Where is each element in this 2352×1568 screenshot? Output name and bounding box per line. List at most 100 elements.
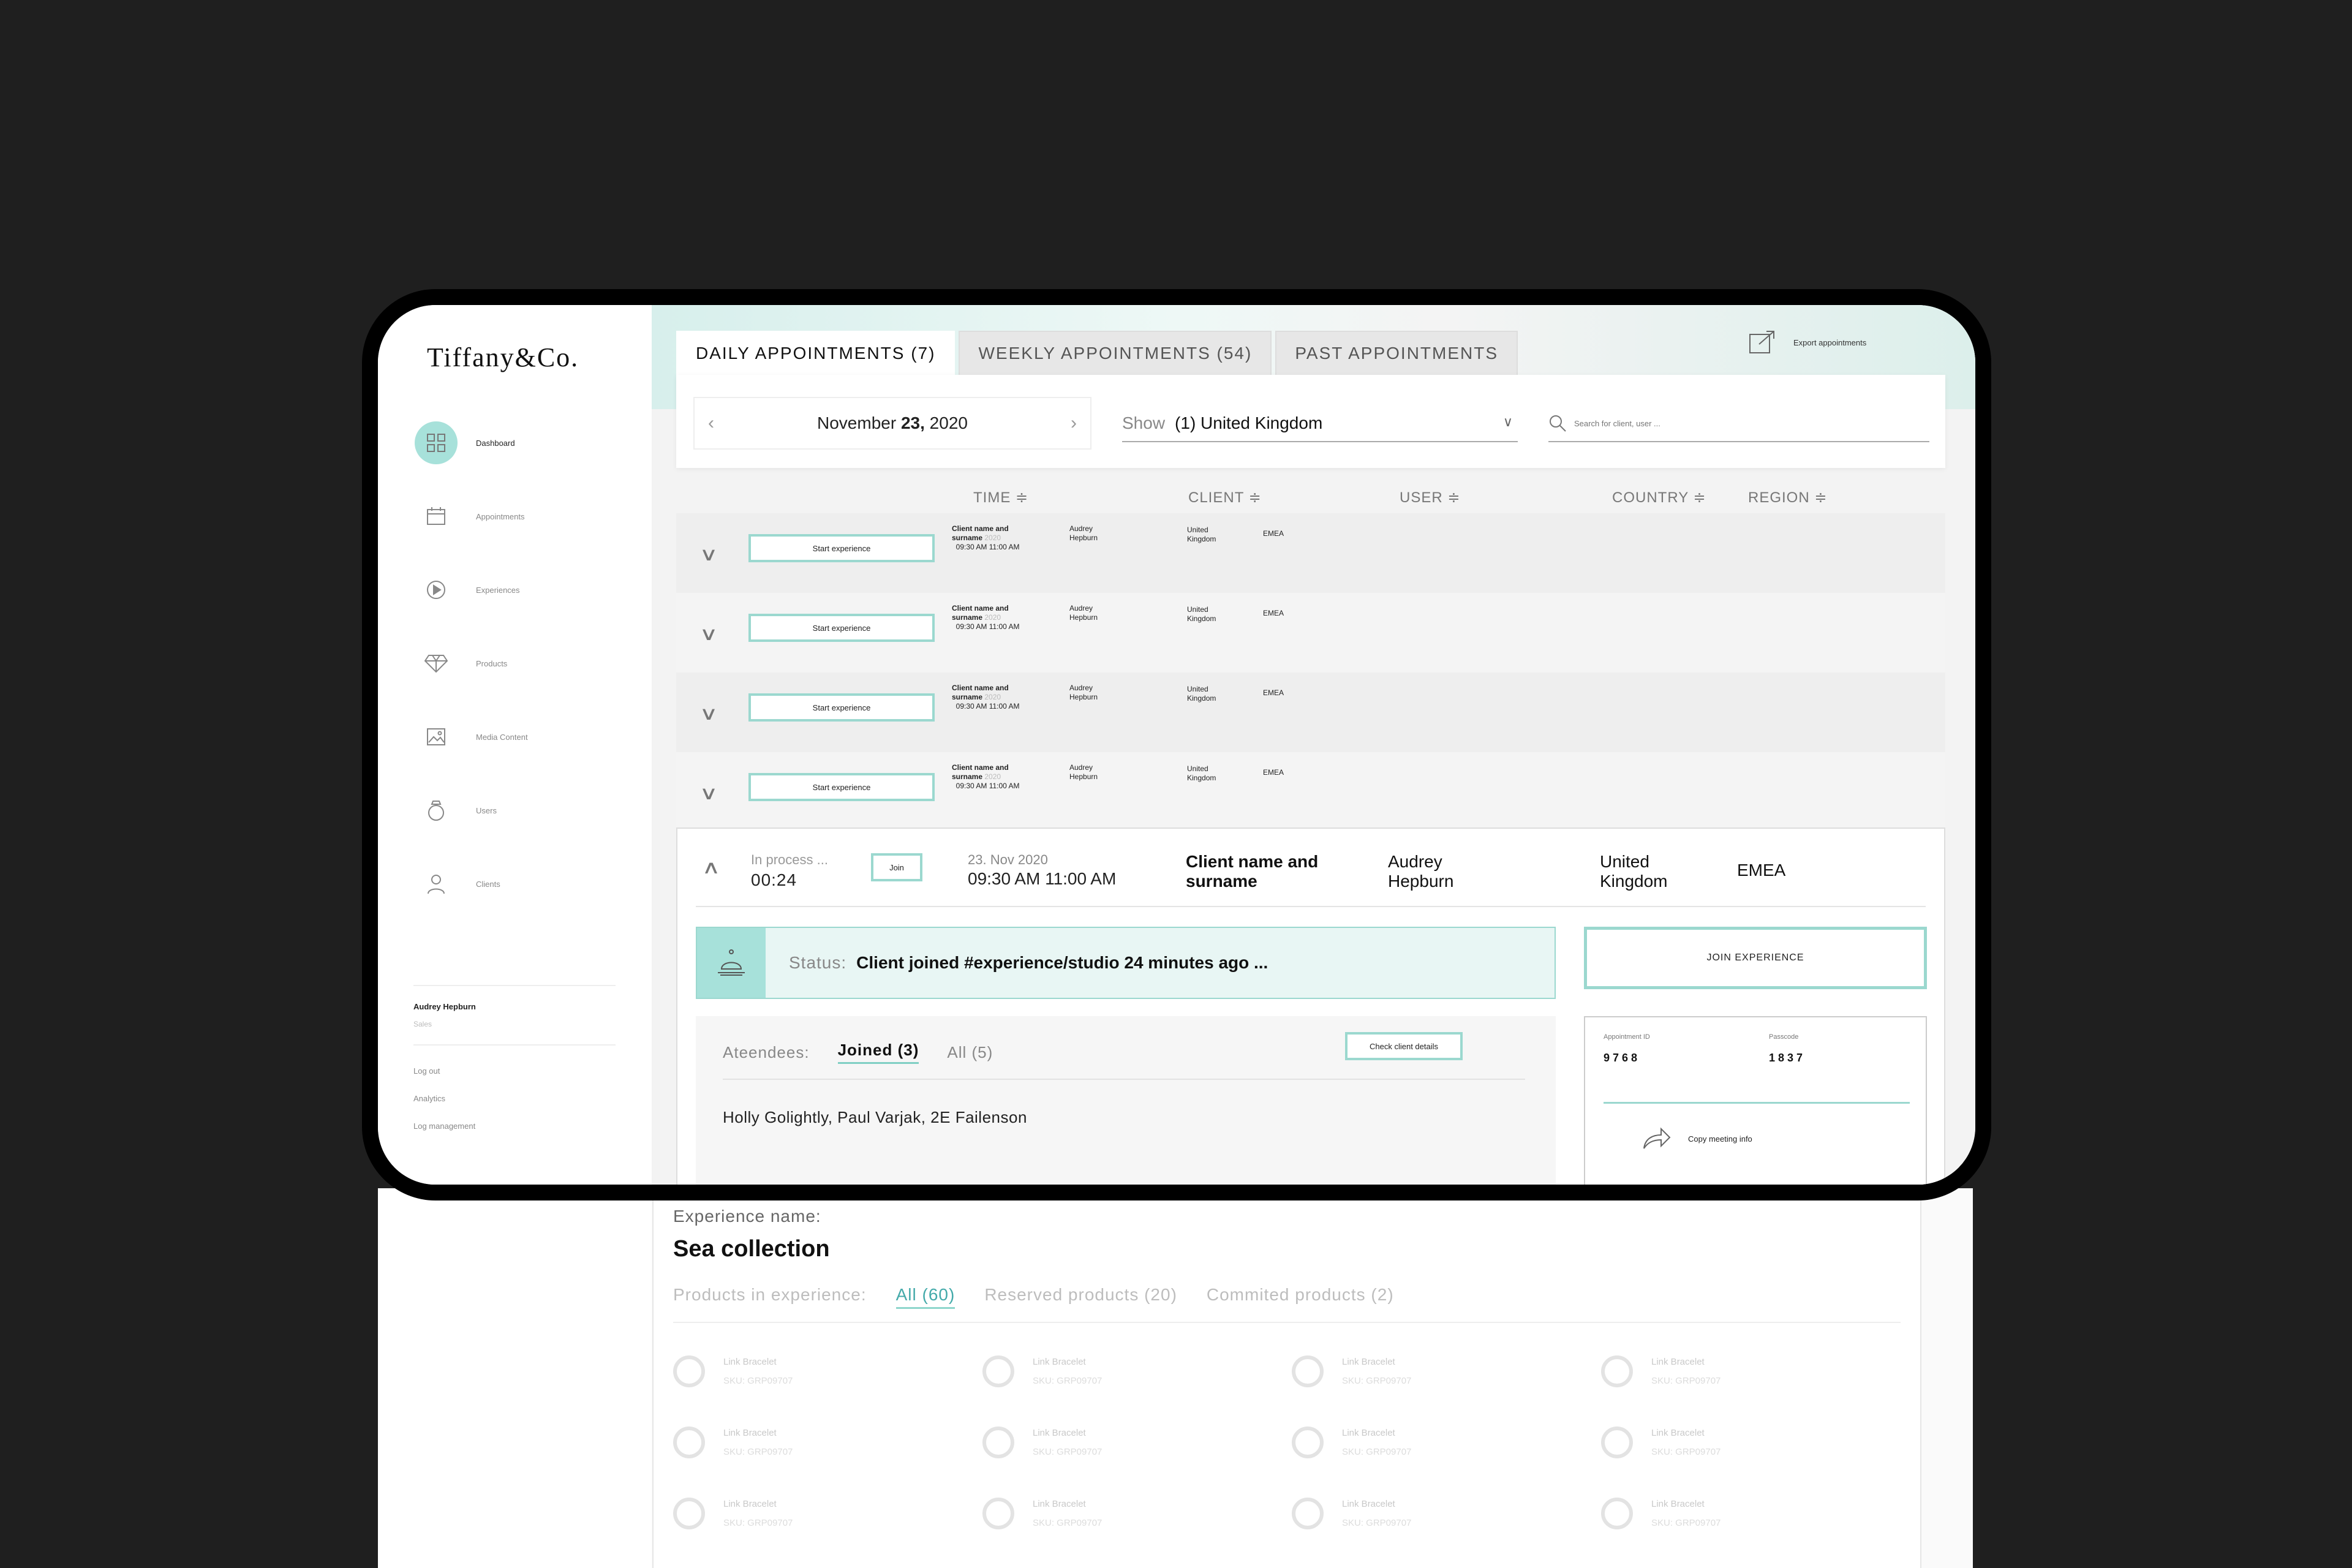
sidebar-item-label: Dashboard xyxy=(476,438,515,448)
chevron-down-icon[interactable]: ∨ xyxy=(699,544,718,565)
user-block: Audrey Hepburn Sales Log out Analytics L… xyxy=(413,985,616,1131)
chevron-down-icon[interactable]: ∨ xyxy=(699,624,718,645)
appointment-id-label: Appointment ID xyxy=(1604,1033,1650,1041)
product-item[interactable]: Link Bracelet SKU: GRP09707 xyxy=(673,1354,982,1389)
status-label: Status: xyxy=(789,953,847,972)
start-experience-button[interactable]: Start experience xyxy=(748,534,935,562)
product-item[interactable]: Link Bracelet SKU: GRP09707 xyxy=(982,1425,1292,1460)
appointment-date: 23. Nov 2020 xyxy=(968,852,1048,867)
table-row[interactable]: ∨ Start experience Client name and surnam… xyxy=(676,673,1945,752)
chevron-up-icon[interactable]: ∧ xyxy=(702,857,721,878)
product-sku: SKU: GRP09707 xyxy=(1651,1376,1721,1386)
tab-all[interactable]: All (5) xyxy=(947,1043,993,1062)
product-item[interactable]: Link Bracelet SKU: GRP09707 xyxy=(1292,1496,1601,1531)
join-experience-button[interactable]: JOIN EXPERIENCE xyxy=(1584,927,1927,989)
tab-weekly-appointments[interactable]: WEEKLY APPOINTMENTS (54) xyxy=(959,331,1272,375)
person-icon xyxy=(415,862,458,905)
chevron-down-icon[interactable]: ∨ xyxy=(699,703,718,725)
brand-logo: Tiffany&Co. xyxy=(427,342,579,372)
product-sku: SKU: GRP09707 xyxy=(1342,1447,1412,1457)
sidebar-item-clients[interactable]: Clients xyxy=(415,862,623,905)
sidebar-item-label: Users xyxy=(476,805,497,815)
client-time-cell: Client name and surname 2020 09:30 AM 11:… xyxy=(952,763,1020,790)
sidebar-item-label: Appointments xyxy=(476,511,525,521)
sidebar-item-media-content[interactable]: Media Content xyxy=(415,715,623,758)
product-item[interactable]: Link Bracelet SKU: GRP09707 xyxy=(982,1496,1292,1531)
chevron-down-icon: ∨ xyxy=(1502,414,1513,429)
sidebar-item-users[interactable]: Users xyxy=(415,789,623,832)
tab-committed-products[interactable]: Commited products (2) xyxy=(1207,1285,1394,1309)
product-item[interactable]: Link Bracelet SKU: GRP09707 xyxy=(673,1425,982,1460)
appointment-tabs: DAILY APPOINTMENTS (7) WEEKLY APPOINTMEN… xyxy=(676,331,1521,375)
column-user[interactable]: USER ≑ xyxy=(1400,489,1460,507)
check-client-details-button[interactable]: Check client details xyxy=(1345,1032,1463,1060)
tab-all-products[interactable]: All (60) xyxy=(895,1285,956,1309)
product-item[interactable]: Link Bracelet SKU: GRP09707 xyxy=(1601,1425,1910,1460)
start-experience-button[interactable]: Start experience xyxy=(748,614,935,642)
copy-meeting-info-button[interactable]: Copy meeting info xyxy=(1642,1126,1752,1151)
product-item[interactable]: Link Bracelet SKU: GRP09707 xyxy=(1292,1354,1601,1389)
attendees-tabs: Ateendees: Joined (3) All (5) xyxy=(723,1041,993,1064)
appointment-time: 09:30 AM 11:00 AM xyxy=(968,869,1117,888)
product-sku: SKU: GRP09707 xyxy=(1033,1518,1102,1528)
user-cell: Audrey Hepburn xyxy=(1069,684,1098,701)
chevron-left-icon[interactable]: ‹ xyxy=(708,413,714,434)
share-arrow-icon xyxy=(1643,1127,1671,1149)
passcode: 1837 xyxy=(1769,1052,1806,1064)
country-select[interactable]: Show (1) United Kingdom ∨ xyxy=(1122,405,1518,442)
search-input[interactable] xyxy=(1574,418,1917,428)
export-appointments-button[interactable]: Export appointments xyxy=(1748,330,1866,355)
log-out-link[interactable]: Log out xyxy=(413,1066,616,1076)
sidebar-item-experiences[interactable]: Experiences xyxy=(415,568,623,611)
experience-section: Experience name: Sea collection Products… xyxy=(378,1188,1973,1568)
tab-joined[interactable]: Joined (3) xyxy=(837,1041,919,1064)
product-sku: SKU: GRP09707 xyxy=(1342,1518,1412,1528)
passcode-label: Passcode xyxy=(1769,1033,1799,1041)
tab-reserved-products[interactable]: Reserved products (20) xyxy=(984,1285,1177,1309)
start-experience-button[interactable]: Start experience xyxy=(748,693,935,722)
export-label: Export appointments xyxy=(1793,337,1867,347)
region-cell: EMEA xyxy=(1263,529,1284,538)
column-client[interactable]: CLIENT ≑ xyxy=(1188,489,1262,507)
product-name: Link Bracelet xyxy=(1033,1357,1086,1367)
product-item[interactable]: Link Bracelet SKU: GRP09707 xyxy=(1601,1496,1910,1531)
search-field xyxy=(1548,405,1929,442)
calendar-icon xyxy=(415,495,458,538)
product-item[interactable]: Link Bracelet SKU: GRP09707 xyxy=(982,1354,1292,1389)
divider xyxy=(723,1079,1525,1080)
start-experience-button[interactable]: Start experience xyxy=(748,773,935,801)
sidebar-item-products[interactable]: Products xyxy=(415,642,623,685)
log-management-link[interactable]: Log management xyxy=(413,1121,616,1131)
tab-past-appointments[interactable]: PAST APPOINTMENTS xyxy=(1275,331,1518,375)
column-time[interactable]: TIME ≑ xyxy=(973,489,1028,507)
app-screen: Tiffany&Co. Dashboard Appointments Exper… xyxy=(378,305,1975,1185)
chevron-right-icon[interactable]: › xyxy=(1071,413,1077,434)
product-item[interactable]: Link Bracelet SKU: GRP09707 xyxy=(1601,1354,1910,1389)
table-row[interactable]: ∨ Start experience Client name and surnam… xyxy=(676,752,1945,832)
tab-daily-appointments[interactable]: DAILY APPOINTMENTS (7) xyxy=(676,331,956,375)
product-item[interactable]: Link Bracelet SKU: GRP09707 xyxy=(673,1496,982,1531)
product-name: Link Bracelet xyxy=(723,1499,777,1509)
user-name: Audrey Hepburn xyxy=(413,1002,476,1011)
table-row[interactable]: ∨ Start experience Client name and surnam… xyxy=(676,513,1945,593)
product-item[interactable]: Link Bracelet SKU: GRP09707 xyxy=(1292,1425,1601,1460)
region: EMEA xyxy=(1737,861,1786,880)
product-name: Link Bracelet xyxy=(1651,1357,1705,1367)
join-button[interactable]: Join xyxy=(871,853,922,881)
sidebar-links: Log out Analytics Log management xyxy=(413,1066,616,1131)
column-country[interactable]: COUNTRY ≑ xyxy=(1612,489,1706,507)
sidebar-item-dashboard[interactable]: Dashboard xyxy=(415,421,623,464)
chevron-down-icon[interactable]: ∨ xyxy=(699,783,718,804)
bell-icon xyxy=(697,928,766,998)
client-name: Client name and surname xyxy=(1186,852,1319,891)
analytics-link[interactable]: Analytics xyxy=(413,1094,616,1103)
sidebar-item-appointments[interactable]: Appointments xyxy=(415,495,623,538)
column-region[interactable]: REGION ≑ xyxy=(1748,489,1827,507)
table-row[interactable]: ∨ Start experience Client name and surnam… xyxy=(676,593,1945,673)
products-label: Products in experience: xyxy=(673,1285,867,1304)
status-text: Client joined #experience/studio 24 minu… xyxy=(856,953,1268,972)
product-name: Link Bracelet xyxy=(1342,1357,1395,1367)
sidebar-item-label: Products xyxy=(476,658,508,668)
bracelet-icon xyxy=(982,1355,1014,1387)
ring-icon xyxy=(415,789,458,832)
